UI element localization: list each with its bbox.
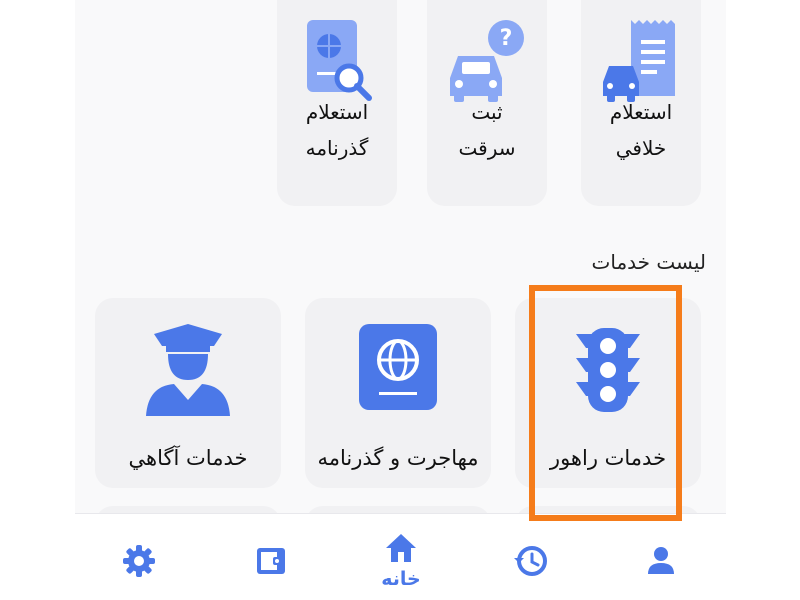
profile-icon <box>648 547 674 574</box>
service-label-theft-report: ثبت سرقت <box>458 100 516 160</box>
nav-profile[interactable] <box>645 544 677 580</box>
service-label-investigation: خدمات آگاهي <box>128 446 248 470</box>
app-screen: استعلامخلافي ? ثبتسرقت استعلامگذرنامه <box>75 0 726 600</box>
service-card-immigration[interactable]: مهاجرت و گذرنامه <box>305 298 491 488</box>
service-card-investigation[interactable]: خدمات آگاهي <box>95 298 281 488</box>
service-label-immigration: مهاجرت و گذرنامه <box>317 446 479 470</box>
nav-settings[interactable] <box>122 544 156 582</box>
section-title: لیست خدمات <box>591 250 706 274</box>
nav-home-label: خانه <box>381 568 421 590</box>
service-card-theft-report[interactable]: ? ثبت سرقت <box>427 0 547 206</box>
service-label-fine-inquiry: استعلام خلافي <box>609 100 673 160</box>
traffic-fine-receipt-icon <box>603 20 675 102</box>
service-card-fine-inquiry[interactable]: استعلام خلافي <box>581 0 701 206</box>
passport-search-icon <box>307 20 372 101</box>
history-icon <box>514 546 547 576</box>
bottom-navigation: خانه <box>75 513 726 600</box>
wallet-icon <box>257 548 285 574</box>
svg-text:?: ? <box>500 26 513 51</box>
police-officer-icon <box>146 324 230 416</box>
car-question-icon: ? <box>450 20 524 102</box>
service-card-passport-inquiry[interactable]: استعلام گذرنامه <box>277 0 397 206</box>
service-label-passport-inquiry: استعلام گذرنامه <box>305 100 369 160</box>
passport-globe-icon <box>359 324 437 410</box>
nav-wallet[interactable] <box>255 544 287 580</box>
settings-icon <box>123 545 155 577</box>
home-icon <box>386 534 416 562</box>
nav-history[interactable] <box>513 544 549 582</box>
highlight-box <box>529 285 682 521</box>
nav-home[interactable]: خانه <box>381 532 421 590</box>
